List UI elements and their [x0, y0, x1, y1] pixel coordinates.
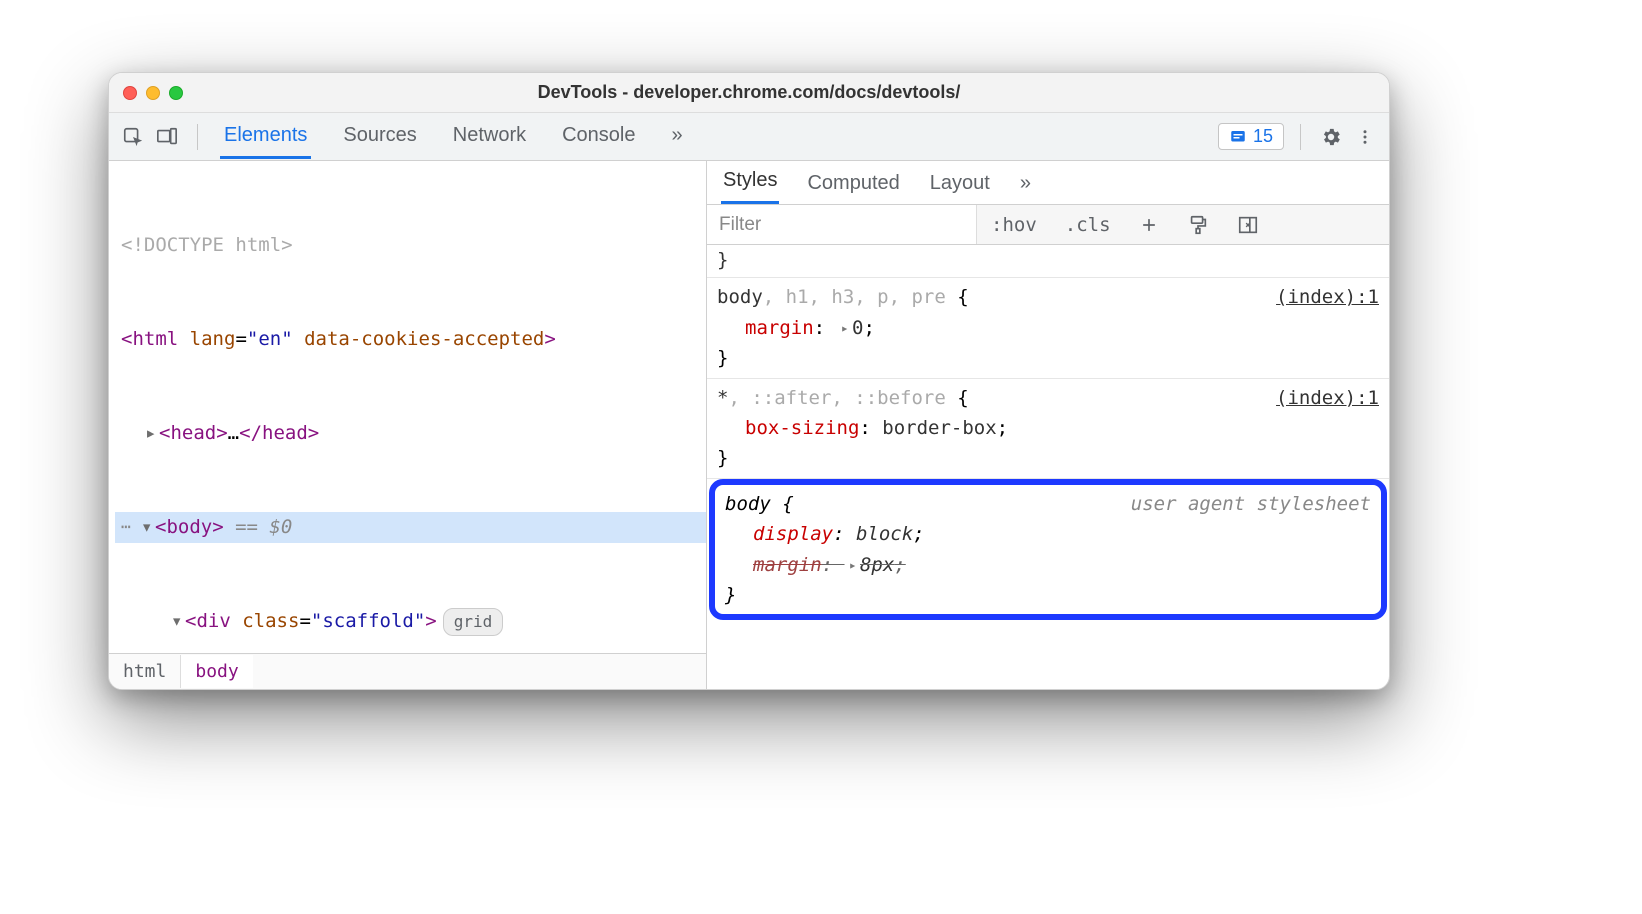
issues-button[interactable]: 15 — [1218, 123, 1284, 150]
styles-subtabs: Styles Computed Layout » — [707, 161, 1389, 205]
maximize-icon[interactable] — [169, 86, 183, 100]
subtab-styles[interactable]: Styles — [721, 161, 779, 204]
style-rule[interactable]: body, h1, h3, p, pre { (index):1 margin:… — [707, 278, 1389, 378]
subtab-layout[interactable]: Layout — [928, 164, 992, 204]
tab-console[interactable]: Console — [558, 114, 639, 159]
rule-source[interactable]: (index):1 — [1276, 282, 1379, 312]
kebab-icon[interactable] — [1351, 123, 1379, 151]
crumb-body[interactable]: body — [181, 655, 252, 688]
computed-panel-icon[interactable] — [1223, 214, 1273, 236]
styles-pane: Styles Computed Layout » :hov .cls — [707, 161, 1389, 689]
doctype: <!DOCTYPE html> — [121, 234, 293, 256]
main-tabbar: Elements Sources Network Console » 15 — [109, 113, 1389, 161]
tab-elements[interactable]: Elements — [220, 114, 311, 159]
hov-toggle[interactable]: :hov — [977, 214, 1051, 236]
crumb-html[interactable]: html — [109, 655, 181, 688]
close-icon[interactable] — [123, 86, 137, 100]
gear-icon[interactable] — [1317, 123, 1345, 151]
subtabs-overflow[interactable]: » — [1018, 164, 1033, 204]
tab-sources[interactable]: Sources — [339, 114, 420, 159]
separator — [197, 124, 198, 150]
filter-input[interactable] — [707, 205, 977, 244]
titlebar: DevTools - developer.chrome.com/docs/dev… — [109, 73, 1389, 113]
window-controls — [123, 86, 183, 100]
new-rule-icon[interactable] — [1125, 215, 1173, 235]
cls-toggle[interactable]: .cls — [1051, 214, 1125, 236]
subtab-computed[interactable]: Computed — [805, 164, 901, 204]
minimize-icon[interactable] — [146, 86, 160, 100]
breadcrumbs: html body — [109, 653, 706, 689]
device-toggle-icon[interactable] — [153, 123, 181, 151]
filter-bar: :hov .cls — [707, 205, 1389, 245]
selected-node[interactable]: ⋯▾<body> == $0 — [115, 512, 706, 543]
inspect-icon[interactable] — [119, 123, 147, 151]
rule-source[interactable]: (index):1 — [1276, 383, 1379, 413]
tabs-overflow[interactable]: » — [668, 114, 687, 159]
rule-source: user agent stylesheet — [1131, 489, 1371, 519]
dom-tree[interactable]: <!DOCTYPE html> <html lang="en" data-coo… — [109, 161, 706, 653]
separator — [1300, 124, 1301, 150]
main-tabs: Elements Sources Network Console » — [220, 114, 687, 159]
tab-network[interactable]: Network — [449, 114, 530, 159]
content: <!DOCTYPE html> <html lang="en" data-coo… — [109, 161, 1389, 689]
issues-count: 15 — [1253, 126, 1273, 147]
styles-list: } body, h1, h3, p, pre { (index):1 margi… — [707, 245, 1389, 689]
elements-pane: <!DOCTYPE html> <html lang="en" data-coo… — [109, 161, 707, 689]
user-agent-rule[interactable]: body { user agent stylesheet display: bl… — [709, 479, 1387, 621]
devtools-window: DevTools - developer.chrome.com/docs/dev… — [108, 72, 1390, 690]
window-title: DevTools - developer.chrome.com/docs/dev… — [183, 82, 1375, 103]
style-rule[interactable]: *, ::after, ::before { (index):1 box-siz… — [707, 379, 1389, 479]
grid-badge[interactable]: grid — [443, 608, 504, 636]
paint-icon[interactable] — [1173, 214, 1223, 236]
